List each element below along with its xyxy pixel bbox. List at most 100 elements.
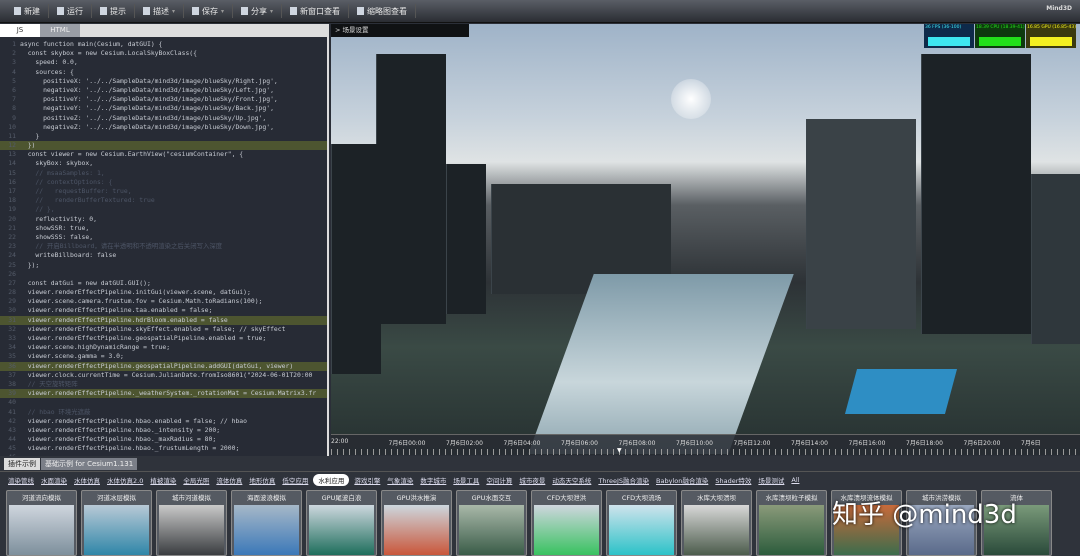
timeline-cursor-icon[interactable]: ▼: [617, 447, 622, 454]
category-13[interactable]: 场景工具: [451, 475, 481, 485]
example-card[interactable]: GPU尾波白浪: [306, 490, 377, 556]
line-number: 32: [8, 324, 16, 333]
code-line: 15 // msaaSamples: 1,: [0, 169, 327, 178]
category-7[interactable]: 地形仿真: [247, 475, 277, 485]
toolbar-button-7[interactable]: 缩略图查看: [349, 4, 417, 18]
code-line: 11 }: [0, 132, 327, 141]
category-8[interactable]: 低空应用: [280, 475, 310, 485]
stat-graph: 16.85 GPU (16.85-43): [1026, 24, 1076, 48]
timeline-ticks: [331, 449, 1080, 455]
line-number: 17: [8, 187, 16, 195]
toolbar-button-label: 分享: [251, 6, 268, 16]
code-line: 24 writeBillboard: false: [0, 251, 327, 260]
tab-plugin-examples[interactable]: 插件示例: [4, 458, 40, 470]
example-title: GPU洪水推演: [396, 494, 437, 502]
example-card[interactable]: GPU洪水推演: [381, 490, 452, 556]
line-number: 39: [8, 389, 16, 398]
code-text: // renderBufferTextured: true: [20, 196, 155, 205]
watermark: 知乎 @mind3d: [832, 500, 1017, 530]
example-card[interactable]: 水库溃坝粒子模拟: [756, 490, 827, 556]
code-text: viewer.renderEffectPipeline.geospatialPi…: [20, 361, 294, 370]
line-number: 38: [8, 379, 16, 388]
3d-viewport[interactable]: [331, 24, 1080, 455]
category-2[interactable]: 水体仿真: [72, 475, 102, 485]
category-21[interactable]: All: [789, 476, 801, 484]
category-1[interactable]: 水面渲染: [39, 475, 69, 485]
line-number: 3: [12, 58, 16, 67]
toolbar: 新建 运行 提示 描述 ▾ 保存 ▾ 分享 ▾ 新窗口查看 缩略图查看: [0, 0, 1080, 23]
toolbar-button-4[interactable]: 保存 ▾: [184, 4, 234, 18]
line-number: 13: [8, 150, 16, 159]
tab-basic-examples[interactable]: 基础示例 for Cesium1.131: [41, 458, 138, 470]
code-text: viewer.scene.gamma = 3.0;: [20, 352, 124, 361]
pool: [844, 369, 958, 414]
line-number: 4: [12, 67, 16, 76]
toolbar-button-5[interactable]: 分享 ▾: [233, 4, 283, 18]
category-18[interactable]: Babylon融合渲染: [654, 475, 710, 485]
chevron-down-icon: ▾: [221, 7, 225, 15]
line-number: 33: [8, 334, 16, 342]
category-3[interactable]: 水体仿真2.0: [105, 475, 145, 485]
line-number: 18: [8, 196, 16, 205]
example-card[interactable]: CFD大坝流场: [606, 490, 677, 556]
timeline[interactable]: ▼ 22:00 7月6日00:00 7月6日02:00 7月6日04:00 7月6日06…: [331, 434, 1080, 455]
toolbar-icon: [57, 7, 64, 15]
toolbar-button-0[interactable]: 新建: [6, 4, 49, 18]
toolbar-button-label: 保存: [202, 6, 219, 16]
category-10[interactable]: 游戏引擎: [352, 475, 382, 485]
stat-label: 18.39 CPU (18.39-41): [976, 25, 1025, 30]
tab-html[interactable]: HTML: [40, 24, 80, 37]
category-4[interactable]: 植被渲染: [148, 475, 178, 485]
line-number: 10: [8, 122, 16, 131]
code-text: viewer.renderEffectPipeline.taa.enabled …: [20, 306, 213, 315]
example-card[interactable]: 城市河道模拟: [156, 490, 227, 556]
tab-js[interactable]: JS: [0, 24, 40, 37]
category-11[interactable]: 气象渲染: [385, 475, 415, 485]
line-number: 9: [12, 113, 16, 122]
category-20[interactable]: 场景测试: [756, 475, 786, 485]
example-card[interactable]: CFD大坝泄洪: [531, 490, 602, 556]
category-5[interactable]: 全局光照: [181, 475, 211, 485]
toolbar-button-2[interactable]: 提示: [92, 4, 135, 18]
example-card[interactable]: GPU水面交互: [456, 490, 527, 556]
category-9[interactable]: 水利应用: [313, 474, 350, 486]
category-15[interactable]: 城市夜景: [517, 475, 547, 485]
code-text: // contextOptions: {: [20, 177, 113, 186]
toolbar-icon: [192, 7, 200, 15]
example-card[interactable]: 水库大坝溃坝: [681, 490, 752, 556]
example-card[interactable]: 河道流向模拟: [6, 490, 77, 556]
chevron-down-icon: ▾: [172, 7, 176, 15]
code-text: negativeY: '../../SampleData/mind3d/imag…: [20, 104, 274, 113]
code-text: // 开启Billboard，请在半透明和不透明渲染之后关闭写入深度: [20, 242, 223, 251]
toolbar-button-3[interactable]: 描述 ▾: [135, 4, 185, 18]
example-title: 城市河道模拟: [172, 494, 211, 502]
code-line: 33 viewer.renderEffectPipeline.geospatia…: [0, 334, 327, 343]
line-number: 41: [8, 407, 16, 416]
category-19[interactable]: Shader特效: [713, 475, 753, 485]
line-number: 45: [8, 444, 16, 453]
category-bar: 渲染管线 水面渲染 水体仿真 水体仿真2.0 植被渲染 全局光照 流体仿真 地形仿真 低空应用水…: [0, 471, 1080, 488]
line-number: 42: [8, 416, 16, 425]
example-title: CFD大坝泄洪: [546, 494, 587, 502]
category-14[interactable]: 空间计算: [484, 475, 514, 485]
category-17[interactable]: ThreeJS融合渲染: [596, 475, 651, 485]
line-number: 35: [8, 352, 16, 361]
code-text: // },: [20, 205, 55, 214]
example-card[interactable]: 海面波浪模拟: [231, 490, 302, 556]
category-12[interactable]: 数字城市: [418, 475, 448, 485]
category-16[interactable]: 动态天空系统: [550, 475, 593, 485]
timeline-label: 22:00: [331, 438, 349, 445]
category-0[interactable]: 渲染管线: [6, 475, 36, 485]
code-line: 32 viewer.renderEffectPipeline.skyEffect…: [0, 325, 327, 334]
code-line: 37 viewer.clock.currentTime = Cesium.Jul…: [0, 371, 327, 380]
scene-settings-toggle[interactable]: > 场景设置: [331, 24, 469, 37]
code-line: 17 // requestBuffer: true,: [0, 187, 327, 196]
code-editor[interactable]: 1 async function main(Cesium, datGUI) {2 …: [0, 37, 327, 490]
toolbar-button-6[interactable]: 新窗口查看: [282, 4, 350, 18]
example-card[interactable]: 河道冰层模拟: [81, 490, 152, 556]
code-text: negativeX: '../../SampleData/mind3d/imag…: [20, 85, 274, 94]
code-line: 4 sources: {: [0, 68, 327, 77]
toolbar-button-1[interactable]: 运行: [49, 4, 92, 18]
category-6[interactable]: 流体仿真: [214, 475, 244, 485]
line-number: 2: [12, 49, 16, 58]
